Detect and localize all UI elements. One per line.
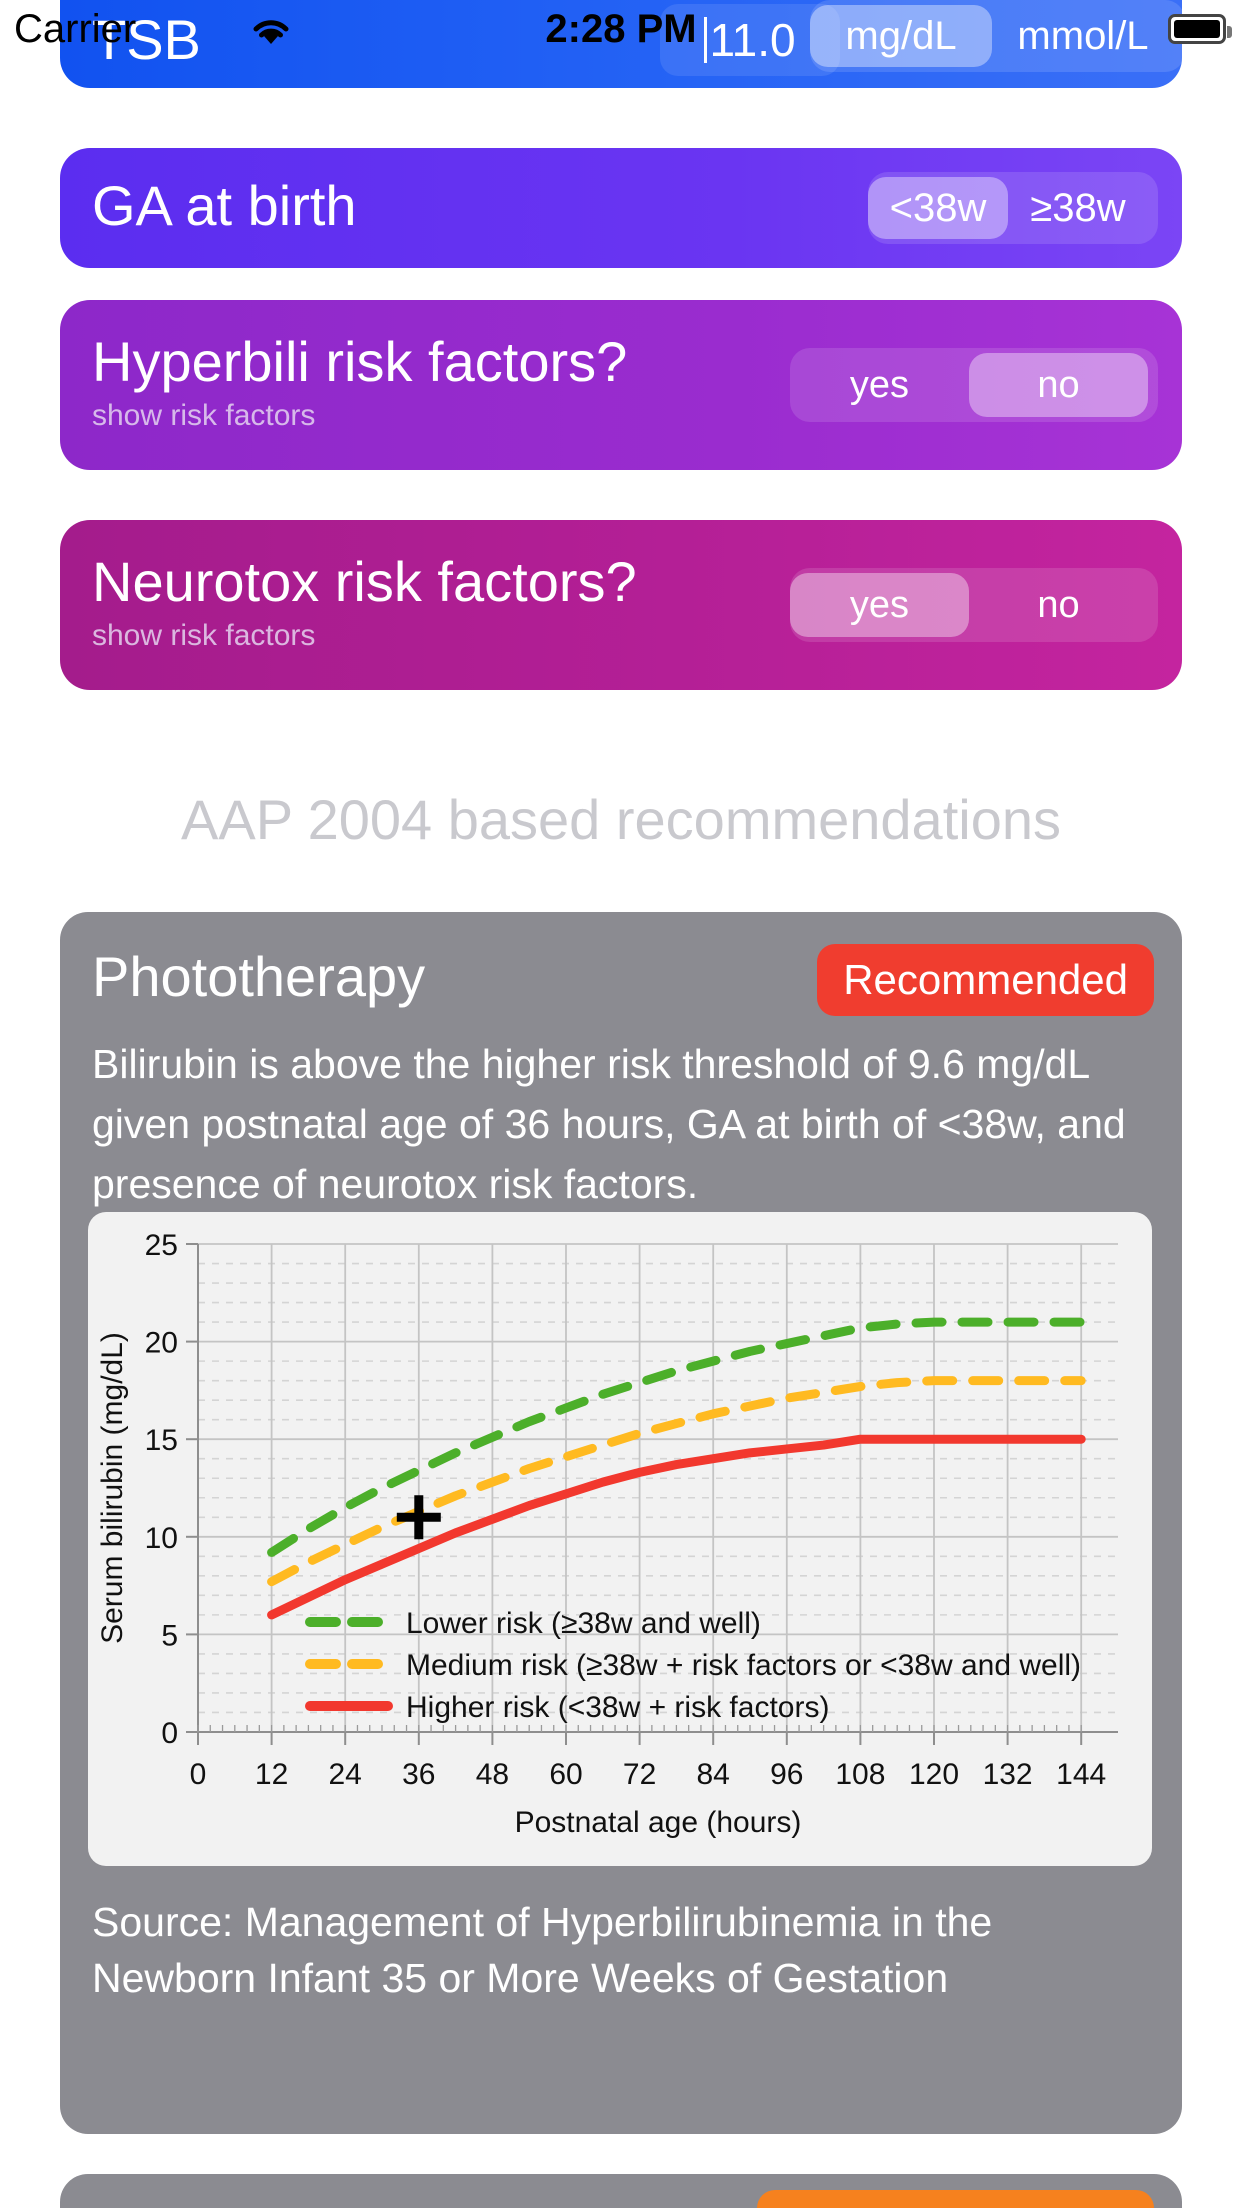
svg-text:48: 48: [476, 1758, 509, 1791]
svg-text:Serum bilirubin (mg/dL): Serum bilirubin (mg/dL): [96, 1332, 129, 1644]
svg-text:0: 0: [161, 1717, 178, 1750]
unit-option-mmoll[interactable]: mmol/L: [992, 5, 1174, 67]
ga-option-under38w[interactable]: <38w: [868, 177, 1008, 239]
svg-text:84: 84: [697, 1758, 730, 1791]
neurotox-option-yes[interactable]: yes: [790, 573, 969, 637]
tsb-row: TSB 11.0 mg/dL mmol/L: [60, 0, 1185, 88]
svg-text:60: 60: [549, 1758, 582, 1791]
phototherapy-status-badge: Recommended: [817, 944, 1154, 1016]
svg-text:Medium risk (≥38w + risk facto: Medium risk (≥38w + risk factors or <38w…: [406, 1649, 1081, 1682]
hyperbili-option-no[interactable]: no: [969, 353, 1148, 417]
hyperbili-option-yes[interactable]: yes: [790, 353, 969, 417]
phototherapy-title: Phototherapy: [92, 945, 426, 1008]
phototherapy-card: Phototherapy Recommended Bilirubin is ab…: [60, 912, 1182, 2134]
app-root: TSB 11.0 mg/dL mmol/L Carrier 2:28 PM GA…: [0, 0, 1242, 2208]
hyperbili-risk-row: Hyperbili risk factors? show risk factor…: [60, 300, 1182, 470]
tsb-value: 11.0: [709, 14, 796, 66]
svg-text:120: 120: [909, 1758, 959, 1791]
bilirubin-threshold-chart[interactable]: 0 5 10 15 20 25 0 12 24 36 48 60 72 84 96 108 120 132 144 L…: [88, 1212, 1152, 1866]
ga-segmented-control[interactable]: <38w ≥38w: [868, 172, 1158, 244]
neurotox-show-risk-factors-link[interactable]: show risk factors: [92, 620, 315, 652]
svg-text:15: 15: [145, 1424, 178, 1457]
tsb-label: TSB: [92, 8, 201, 71]
svg-text:Lower risk (≥38w and well): Lower risk (≥38w and well): [406, 1607, 761, 1640]
chart-svg: 0 5 10 15 20 25 0 12 24 36 48 60 72 84 96 108 120 132 144 L…: [96, 1229, 1118, 1839]
unit-segmented-control[interactable]: mg/dL mmol/L: [810, 0, 1185, 72]
unit-option-mgdl[interactable]: mg/dL: [810, 5, 992, 67]
ga-option-over38w[interactable]: ≥38w: [1008, 177, 1148, 239]
phototherapy-explanation: Bilirubin is above the higher risk thres…: [92, 1041, 1126, 1207]
neurotox-segmented-control[interactable]: yes no: [790, 568, 1158, 642]
text-caret: [704, 17, 708, 63]
svg-text:Higher risk (<38w + risk facto: Higher risk (<38w + risk factors): [406, 1691, 829, 1724]
svg-text:12: 12: [255, 1758, 288, 1791]
section-heading: AAP 2004 based recommendations: [181, 788, 1061, 851]
ga-label: GA at birth: [92, 174, 357, 237]
svg-text:0: 0: [190, 1758, 207, 1791]
svg-text:10: 10: [145, 1522, 178, 1555]
hyperbili-label: Hyperbili risk factors?: [92, 330, 628, 393]
svg-text:144: 144: [1056, 1758, 1106, 1791]
svg-text:Postnatal age (hours): Postnatal age (hours): [515, 1806, 802, 1839]
hyperbili-show-risk-factors-link[interactable]: show risk factors: [92, 400, 315, 432]
svg-text:25: 25: [145, 1229, 178, 1262]
neurotox-label: Neurotox risk factors?: [92, 550, 637, 613]
svg-text:132: 132: [983, 1758, 1033, 1791]
exchange-status-badge: Not recommended: [756, 2190, 1154, 2208]
svg-text:36: 36: [402, 1758, 435, 1791]
neurotox-risk-row: Neurotox risk factors? show risk factors…: [60, 520, 1182, 690]
svg-text:96: 96: [770, 1758, 803, 1791]
svg-text:20: 20: [145, 1327, 178, 1360]
svg-text:24: 24: [329, 1758, 362, 1791]
svg-text:5: 5: [161, 1619, 178, 1652]
hyperbili-segmented-control[interactable]: yes no: [790, 348, 1158, 422]
svg-text:72: 72: [623, 1758, 656, 1791]
svg-text:108: 108: [835, 1758, 885, 1791]
phototherapy-source: Source: Management of Hyperbilirubinemia…: [92, 1899, 993, 2001]
ga-at-birth-row: GA at birth <38w ≥38w: [60, 148, 1182, 268]
neurotox-option-no[interactable]: no: [969, 573, 1148, 637]
exchange-transfusion-card: Not recommended: [60, 2174, 1182, 2208]
